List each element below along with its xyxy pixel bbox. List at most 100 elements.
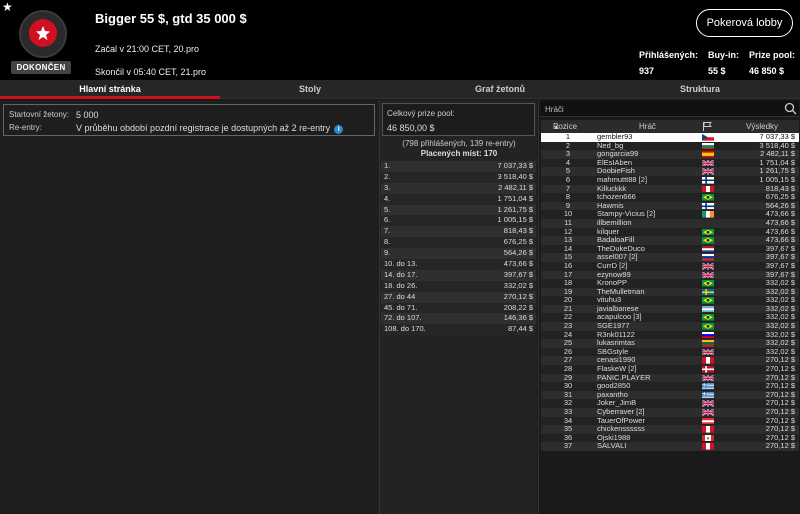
- payout-amount: 818,43 $: [503, 226, 533, 236]
- tab-structure[interactable]: Struktura: [600, 80, 800, 99]
- payout-row: 8. 676,25 $: [381, 237, 536, 249]
- player-row[interactable]: 30 good2850 270,12 $: [541, 382, 799, 391]
- reentry-label: Re-entry:: [9, 123, 42, 132]
- player-row[interactable]: 31 paxantho 270,12 $: [541, 390, 799, 400]
- player-name: SALVALI: [597, 441, 627, 451]
- favorite-star-icon[interactable]: ★: [2, 1, 13, 13]
- player-row[interactable]: 16 CurrD [2] 397,67 $: [541, 261, 799, 271]
- payout-row: 14. do 17. 397,67 $: [381, 269, 536, 281]
- flag-gb-icon: [702, 400, 714, 407]
- tab-bar: Hlavní stránka Stoly Graf žetonů Struktu…: [0, 80, 800, 99]
- registered-value: 937: [639, 66, 655, 76]
- tournament-info-box: Startovní žetony: 5 000 Re-entry: V průb…: [3, 104, 375, 136]
- player-row[interactable]: 6 mahmuttt88 [2] 1 005,15 $: [541, 175, 799, 185]
- tab-chip-graph[interactable]: Graf žetonů: [400, 80, 600, 99]
- payout-table: 1. 7 037,33 $ 2. 3 518,40 $ 3. 2 482,11 $ 4. 1 …: [381, 161, 536, 336]
- entries-count: (798 přihlášených, 139 re-entry): [402, 139, 516, 148]
- player-result: 270,12 $: [765, 441, 795, 451]
- flag-es-icon: [702, 151, 714, 158]
- payout-amount: 397,67 $: [503, 269, 533, 279]
- player-row[interactable]: 11 illbemillion 473,66 $: [541, 218, 799, 228]
- flag-br-icon: [702, 228, 714, 236]
- player-row[interactable]: 20 vituhu3 332,02 $: [541, 296, 799, 305]
- payout-place: 14. do 17.: [384, 269, 418, 279]
- registered-label: Přihlášených:: [639, 50, 699, 60]
- start-time: Začal v 21:00 CET, 20.pro: [95, 44, 200, 54]
- player-row[interactable]: 23 SGE1977 332,02 $: [541, 321, 799, 331]
- tab-main[interactable]: Hlavní stránka: [0, 80, 220, 99]
- payout-amount: 332,02 $: [503, 280, 533, 290]
- payout-row: 5. 1 261,75 $: [381, 204, 536, 216]
- flag-ie-icon: [702, 211, 714, 218]
- payout-place: 10. do 13.: [384, 259, 418, 269]
- payout-amount: 7 037,33 $: [497, 161, 533, 170]
- player-row[interactable]: 19 TheMulletman 332,02 $: [541, 287, 799, 297]
- player-search-input[interactable]: [545, 103, 775, 115]
- tab-tables[interactable]: Stoly: [220, 80, 400, 99]
- player-row[interactable]: 36 Ojski1988 270,12 $: [541, 433, 799, 443]
- flag-gb-icon: [702, 159, 714, 167]
- payout-amount: 208,22 $: [503, 302, 533, 312]
- prize-panel: Celkový prize pool: 46 850,00 $ (798 při…: [379, 100, 537, 514]
- payout-row: 7. 818,43 $: [381, 226, 536, 238]
- payout-place: 6.: [384, 215, 391, 225]
- flag-br-icon: [702, 323, 714, 330]
- player-row[interactable]: 27 cenasi1990 270,12 $: [541, 356, 799, 366]
- col-position[interactable]: Pozice ▲: [553, 120, 577, 134]
- player-row[interactable]: 32 Joker_JimB 270,12 $: [541, 399, 799, 408]
- players-panel: Pozice ▲ Hráč Výsledky 1gembler937 037,3…: [538, 100, 800, 514]
- player-row[interactable]: 25 lukasrimtas 332,02 $: [541, 339, 799, 348]
- player-row[interactable]: 7 Killuckkk 818,43 $: [541, 184, 799, 194]
- flag-br-icon: [702, 297, 714, 304]
- player-row[interactable]: 14 TheDukeDuco 397,67 $: [541, 244, 799, 254]
- flag-pe-icon: [702, 426, 714, 433]
- player-row[interactable]: 29 PANIC.PLAYER 270,12 $: [541, 373, 799, 383]
- player-row[interactable]: 37 SALVALI 270,12 $: [541, 442, 799, 451]
- player-row[interactable]: 21 javialbanese 332,02 $: [541, 304, 799, 314]
- player-row[interactable]: 12 kilquer 473,66 $: [541, 227, 799, 237]
- player-row[interactable]: 33 Cyberraver [2] 270,12 $: [541, 407, 799, 417]
- starting-chips-label: Startovní žetony:: [9, 110, 70, 119]
- col-player[interactable]: Hráč: [639, 120, 656, 133]
- main-info-panel: Startovní žetony: 5 000 Re-entry: V průb…: [0, 100, 379, 514]
- search-icon[interactable]: [784, 102, 797, 115]
- spade-icon: [29, 19, 57, 47]
- flag-br-icon: [702, 237, 714, 244]
- player-row[interactable]: 13 BadaloaFill 473,66 $: [541, 236, 799, 245]
- flag-ru-icon: [702, 254, 714, 261]
- prizepool-value: 46 850 $: [749, 66, 785, 76]
- poker-lobby-button[interactable]: Pokerová lobby: [696, 9, 793, 37]
- flag-gb-icon: [702, 374, 714, 382]
- prize-pool-value: 46 850,00 $: [387, 123, 435, 133]
- player-row[interactable]: 28 FlaskeW [2] 270,12 $: [541, 364, 799, 374]
- player-row[interactable]: 22 acapulcoo [3] 332,02 $: [541, 313, 799, 323]
- player-row[interactable]: 26 SBGstyle 332,02 $: [541, 347, 799, 357]
- player-row[interactable]: 35 chickenssssss 270,12 $: [541, 425, 799, 434]
- end-time: Skončil v 05:40 CET, 21.pro: [95, 67, 207, 77]
- payout-row: 1. 7 037,33 $: [381, 161, 536, 172]
- payout-place: 3.: [384, 182, 391, 192]
- payout-place: 2.: [384, 171, 391, 181]
- flag-pe-icon: [702, 443, 714, 450]
- payout-place: 9.: [384, 248, 391, 258]
- flag-gr-icon: [702, 383, 714, 390]
- payout-amount: 1 005,15 $: [497, 215, 533, 225]
- player-row[interactable]: 8 tchozen666 676,25 $: [541, 193, 799, 202]
- players-table-body: 1 gembler93 7 037,33 $2 Ned_bg 3 518,40 $3 go…: [541, 132, 799, 451]
- payout-row: 2. 3 518,40 $: [381, 171, 536, 183]
- flag-fi-icon: [702, 202, 714, 210]
- payout-row: 108. do 170. 87,44 $: [381, 324, 536, 336]
- reentry-row: V průběhu období pozdní registrace je do…: [76, 123, 344, 134]
- player-row[interactable]: 18 KronoPP 332,02 $: [541, 278, 799, 288]
- player-row[interactable]: 15 assel007 [2] 397,67 $: [541, 253, 799, 262]
- tournament-title: Bigger 55 $, gtd 35 000 $: [95, 11, 247, 26]
- player-row[interactable]: 24 R3nk01122 332,02 $: [541, 330, 799, 340]
- player-row[interactable]: 34 TauerOfPower 270,12 $: [541, 416, 799, 426]
- player-row[interactable]: 17 ezynow99 397,67 $: [541, 270, 799, 280]
- player-row[interactable]: 10 Stampy-Vicius [2] 473,66 $: [541, 210, 799, 219]
- flag-pe-icon: [702, 185, 714, 193]
- player-row[interactable]: 9 Hawmis 564,26 $: [541, 201, 799, 211]
- info-icon[interactable]: i: [334, 125, 344, 134]
- payout-amount: 3 518,40 $: [497, 171, 533, 181]
- flag-se-icon: [702, 288, 714, 296]
